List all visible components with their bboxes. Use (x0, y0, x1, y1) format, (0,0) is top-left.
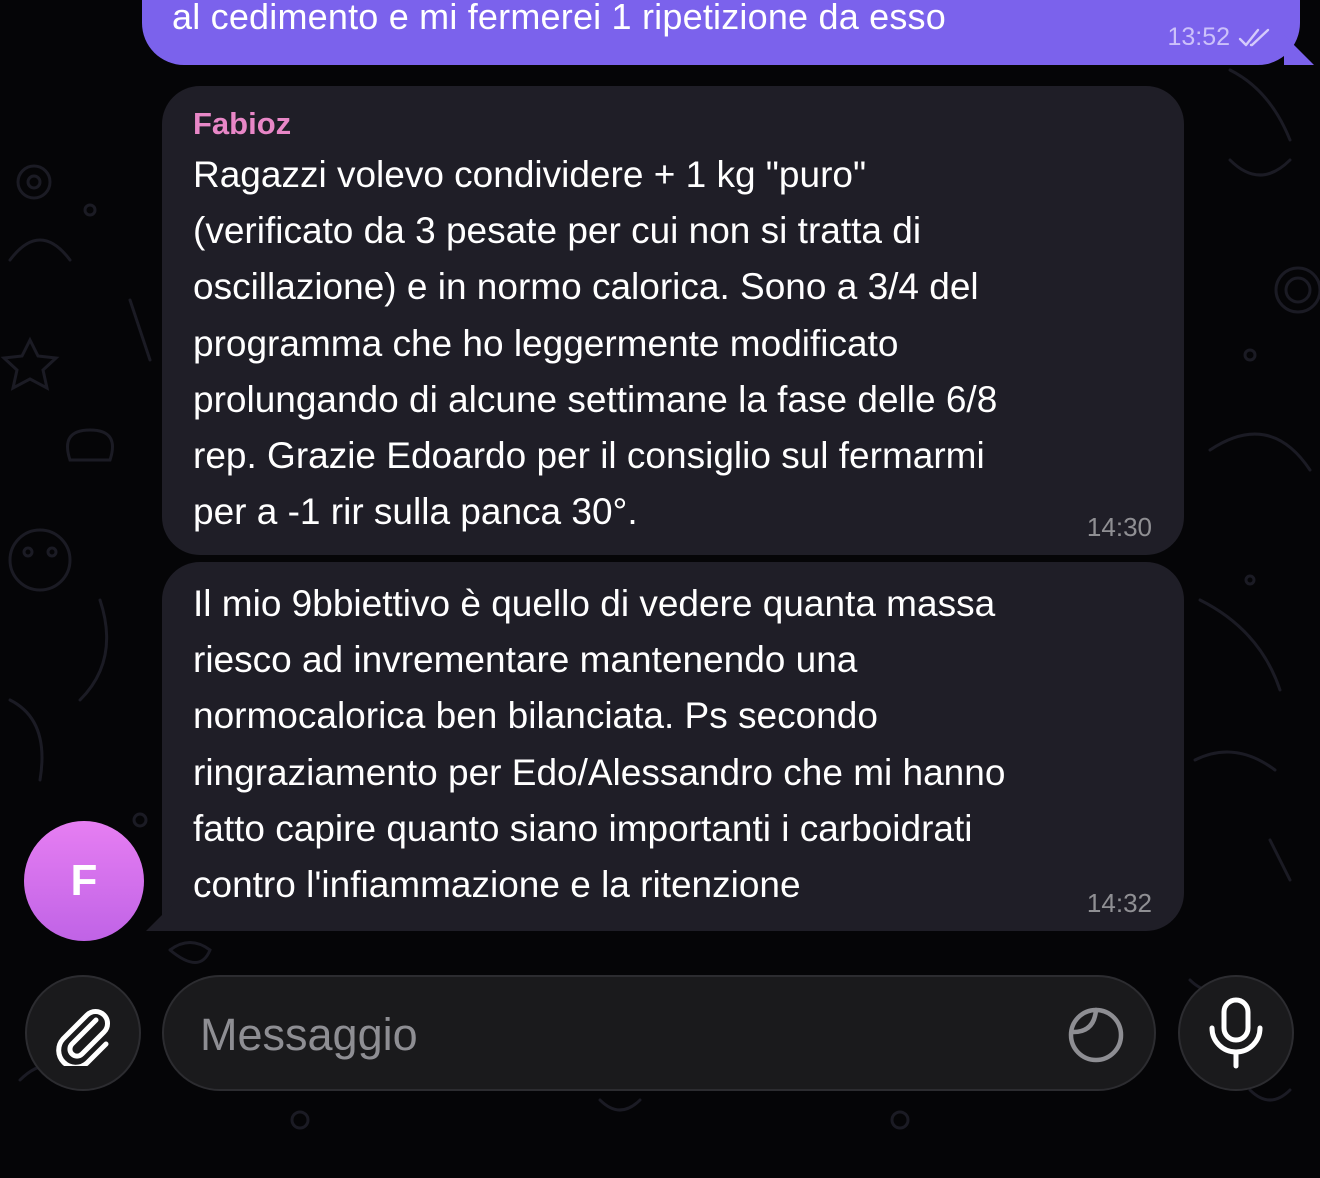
message-input-placeholder: Messaggio (200, 1009, 418, 1060)
sender-avatar[interactable]: F (24, 821, 144, 941)
attach-button[interactable] (25, 975, 141, 1091)
sender-name[interactable]: Fabioz (193, 106, 291, 142)
paperclip-icon (56, 1009, 110, 1066)
message-time: 13:52 (1167, 23, 1230, 51)
message-text: Ragazzi volevo condividere + 1 kg "puro"… (193, 154, 998, 533)
avatar-initial: F (70, 856, 98, 905)
message-time: 14:32 (1086, 888, 1152, 918)
incoming-message-bubble[interactable]: Fabioz Ragazzi volevo condividere + 1 kg… (162, 86, 1184, 555)
message-text: Il mio 9bbiettivo è quello di vedere qua… (193, 583, 1006, 906)
microphone-icon (1209, 997, 1263, 1069)
message-input[interactable]: Messaggio (162, 975, 1156, 1091)
message-time: 14:30 (1086, 512, 1152, 542)
sticker-icon[interactable] (1066, 1005, 1126, 1065)
message-meta: 13:52 (1167, 23, 1272, 52)
chat-screen: al cedimento e mi fermerei 1 ripetizione… (0, 0, 1320, 1178)
voice-record-button[interactable] (1178, 975, 1294, 1091)
message-text: al cedimento e mi fermerei 1 ripetizione… (172, 0, 946, 37)
double-check-icon (1238, 28, 1270, 46)
incoming-message-bubble[interactable]: Il mio 9bbiettivo è quello di vedere qua… (146, 562, 1184, 931)
composer-bar: Messaggio (0, 948, 1320, 1178)
outgoing-message-bubble[interactable]: al cedimento e mi fermerei 1 ripetizione… (142, 0, 1314, 65)
